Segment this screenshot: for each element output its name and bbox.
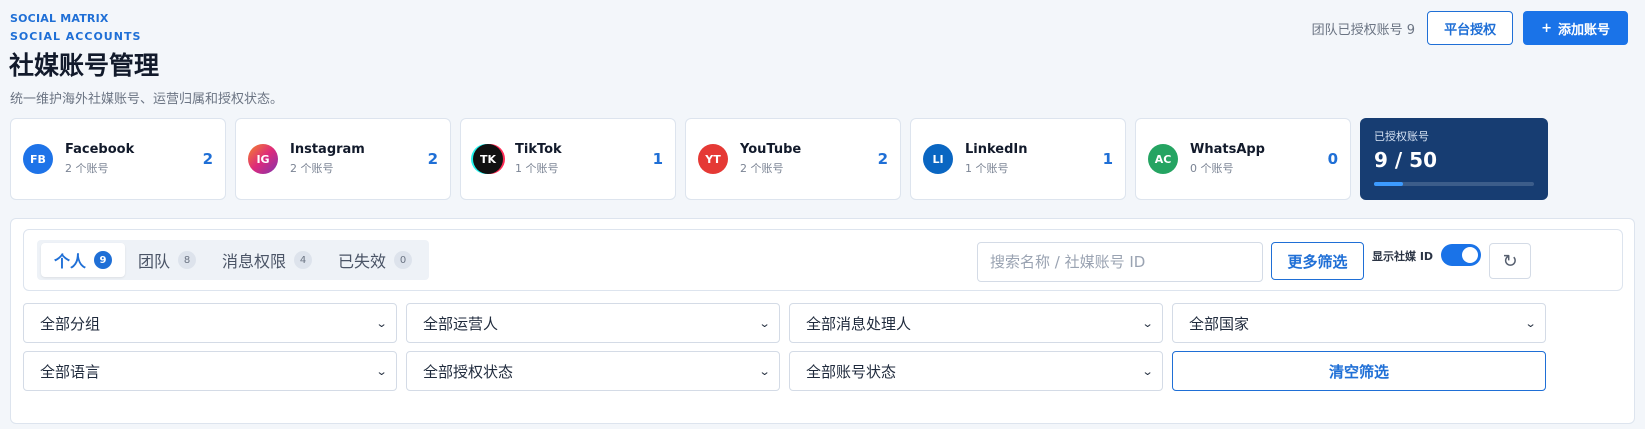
chevron-down-icon: ⌄ [375, 316, 388, 330]
page-subtitle: 统一维护海外社媒账号、运营归属和授权状态。 [10, 92, 284, 107]
facebook-icon: FB [23, 144, 53, 174]
show-id-toggle-label: 显示社媒 ID [1372, 250, 1434, 263]
chevron-down-icon: ⌄ [758, 316, 771, 330]
plus-icon: + [1541, 20, 1552, 36]
group-select[interactable]: 全部分组 ⌄ [23, 303, 397, 343]
tab-count-badge: 9 [94, 251, 113, 269]
authorized-quota-card: 已授权账号 9 / 50 [1360, 118, 1548, 200]
tab-personal[interactable]: 个人 9 [41, 243, 126, 277]
select-value: 全部账号状态 [806, 362, 897, 381]
refresh-icon: ↻ [1502, 250, 1518, 272]
platform-card-youtube[interactable]: YT YouTube 2 个账号 2 [685, 118, 901, 200]
platform-name: LinkedIn [965, 142, 1028, 157]
platform-card-linkedin[interactable]: LI LinkedIn 1 个账号 1 [910, 118, 1126, 200]
chevron-down-icon: ⌄ [1141, 364, 1154, 378]
refresh-button[interactable]: ↻ [1489, 243, 1531, 279]
quota-label: 已授权账号 [1374, 130, 1429, 143]
select-value: 全部分组 [40, 314, 101, 333]
brand-line-1: SOCIAL MATRIX [10, 12, 109, 25]
platform-count: 1 [652, 150, 663, 168]
select-value: 全部授权状态 [423, 362, 514, 381]
language-select[interactable]: 全部语言 ⌄ [23, 351, 397, 391]
platform-account-sub: 1 个账号 [965, 162, 1009, 175]
platform-auth-button[interactable]: 平台授权 [1427, 11, 1514, 45]
team-authorized-count: 团队已授权账号 9 [1311, 22, 1416, 38]
platform-account-sub: 2 个账号 [290, 162, 334, 175]
platform-count: 1 [1102, 150, 1113, 168]
platform-count: 2 [427, 150, 438, 168]
platform-name: Instagram [290, 142, 365, 157]
page: SOCIAL MATRIX SOCIAL ACCOUNTS 社媒账号管理 统一维… [0, 0, 1645, 429]
platform-name: Facebook [65, 142, 135, 157]
platform-account-sub: 2 个账号 [740, 162, 784, 175]
tab-bar: 个人 9 团队 8 消息权限 4 已失效 0 [37, 240, 430, 280]
platform-cards: FB Facebook 2 个账号 2 IG Instagram 2 个账号 2… [10, 118, 1548, 200]
tab-message-permission[interactable]: 消息权限 4 [209, 243, 325, 277]
platform-account-sub: 0 个账号 [1190, 162, 1234, 175]
platform-card-instagram[interactable]: IG Instagram 2 个账号 2 [235, 118, 451, 200]
whatsapp-icon: AC [1148, 144, 1178, 174]
chevron-down-icon: ⌄ [1524, 316, 1537, 330]
youtube-icon: YT [698, 144, 728, 174]
add-account-label: 添加账号 [1557, 22, 1610, 38]
toggle-knob [1462, 247, 1478, 263]
page-title: 社媒账号管理 [9, 51, 160, 80]
platform-count: 2 [877, 150, 888, 168]
linkedin-icon: LI [923, 144, 953, 174]
platform-name: TikTok [515, 142, 562, 157]
select-value: 全部语言 [40, 362, 101, 381]
tab-expired[interactable]: 已失效 0 [325, 243, 425, 277]
tab-count-badge: 0 [394, 251, 413, 269]
clear-filters-button[interactable]: 清空筛选 [1172, 351, 1546, 391]
accounts-panel: 个人 9 团队 8 消息权限 4 已失效 0 更多筛选 显示社媒 ID [10, 218, 1635, 424]
operator-select[interactable]: 全部运营人 ⌄ [406, 303, 780, 343]
platform-card-whatsapp[interactable]: AC WhatsApp 0 个账号 0 [1135, 118, 1351, 200]
message-handler-select[interactable]: 全部消息处理人 ⌄ [789, 303, 1163, 343]
search-input[interactable] [977, 242, 1263, 282]
header-actions: 团队已授权账号 9 平台授权 + 添加账号 [1312, 11, 1628, 45]
chevron-down-icon: ⌄ [1141, 316, 1154, 330]
instagram-icon: IG [248, 144, 278, 174]
platform-name: WhatsApp [1190, 142, 1265, 157]
add-account-button[interactable]: + 添加账号 [1523, 11, 1628, 45]
select-value: 全部运营人 [423, 314, 499, 333]
quota-value: 9 / 50 [1374, 148, 1437, 172]
platform-card-tiktok[interactable]: TK TikTok 1 个账号 1 [460, 118, 676, 200]
filter-grid: 全部分组 ⌄ 全部运营人 ⌄ 全部消息处理人 ⌄ 全部国家 ⌄ 全部语言 ⌄ 全… [23, 303, 1623, 391]
platform-card-facebook[interactable]: FB Facebook 2 个账号 2 [10, 118, 226, 200]
platform-count: 0 [1327, 150, 1338, 168]
tab-label: 消息权限 [222, 252, 287, 271]
tab-count-badge: 4 [294, 251, 313, 269]
platform-account-sub: 1 个账号 [515, 162, 559, 175]
brand-line-2: SOCIAL ACCOUNTS [10, 30, 142, 43]
auth-status-select[interactable]: 全部授权状态 ⌄ [406, 351, 780, 391]
tiktok-icon: TK [473, 144, 503, 174]
chevron-down-icon: ⌄ [375, 364, 388, 378]
select-value: 全部消息处理人 [806, 314, 912, 333]
tab-label: 个人 [54, 252, 87, 271]
platform-count: 2 [202, 150, 213, 168]
more-filters-button[interactable]: 更多筛选 [1271, 242, 1364, 280]
show-id-toggle[interactable] [1441, 244, 1481, 266]
quota-progress-bar [1374, 182, 1534, 186]
country-select[interactable]: 全部国家 ⌄ [1172, 303, 1546, 343]
account-status-select[interactable]: 全部账号状态 ⌄ [789, 351, 1163, 391]
toolbar: 个人 9 团队 8 消息权限 4 已失效 0 更多筛选 显示社媒 ID [23, 229, 1623, 291]
chevron-down-icon: ⌄ [758, 364, 771, 378]
select-value: 全部国家 [1189, 314, 1250, 333]
quota-progress-fill [1374, 182, 1403, 186]
platform-account-sub: 2 个账号 [65, 162, 109, 175]
tab-count-badge: 8 [178, 251, 197, 269]
tab-team[interactable]: 团队 8 [125, 243, 209, 277]
tab-label: 团队 [138, 252, 171, 271]
tab-label: 已失效 [338, 252, 387, 271]
platform-name: YouTube [740, 142, 802, 157]
